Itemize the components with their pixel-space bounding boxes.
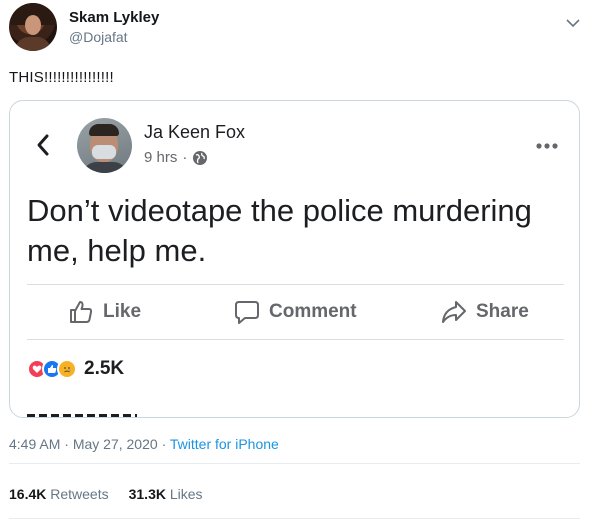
retweets-label: Retweets: [50, 486, 109, 502]
fb-share-action: Share: [441, 299, 529, 325]
tweet-meta-separator-2: ·: [161, 436, 170, 452]
fb-post-body: Don’t videotape the police murdering me,…: [27, 193, 532, 268]
fb-avatar-hair: [89, 124, 119, 136]
likes-count: 31.3K: [128, 486, 166, 502]
fb-author-name: Ja Keen Fox: [144, 122, 246, 142]
avatar-face: [25, 15, 41, 35]
fb-time-ago: 9 hrs: [144, 149, 178, 166]
chevron-down-icon[interactable]: [566, 18, 580, 28]
fb-divider-top: [27, 284, 564, 285]
likes-label: Likes: [169, 486, 203, 502]
fb-reaction-count: 2.5K: [84, 358, 125, 379]
fb-meta-separator: ·: [182, 149, 188, 166]
cropped-text-fragment: [27, 410, 137, 417]
media-card[interactable]: Ja Keen Fox 9 hrs · Don’t videotape the …: [9, 100, 580, 418]
more-horizontal-icon: [536, 143, 558, 149]
tweet-timestamp: 4:49 AM · May 27, 2020 · Twitter for iPh…: [9, 436, 279, 452]
globe-icon: [193, 150, 208, 165]
tweet-source-link[interactable]: Twitter for iPhone: [170, 436, 279, 452]
fb-like-label: Like: [103, 301, 142, 322]
fb-divider-bottom: [27, 339, 564, 340]
share-arrow-icon: [442, 301, 466, 323]
tweet-text: THIS!!!!!!!!!!!!!!!!: [9, 69, 114, 86]
stats-divider: [9, 463, 580, 464]
fb-author-avatar: [77, 118, 132, 173]
author-name[interactable]: Skam Lykley: [69, 9, 159, 26]
author-handle[interactable]: @Dojafat: [69, 29, 128, 45]
fb-reactions: 2.5K: [27, 358, 124, 380]
sad-reaction-icon: [57, 359, 77, 379]
tweet-time[interactable]: 4:49 AM: [9, 436, 60, 452]
fb-share-label: Share: [476, 301, 529, 322]
tweet-date[interactable]: May 27, 2020: [73, 436, 158, 452]
retweets-count: 16.4K: [9, 486, 47, 502]
stats-divider-bottom: [9, 518, 580, 519]
author-avatar[interactable]: [9, 3, 57, 51]
fb-post-meta: 9 hrs ·: [144, 149, 208, 166]
thumbs-up-icon: [70, 301, 93, 323]
fb-comment-label: Comment: [269, 301, 357, 322]
back-arrow-icon: [37, 134, 49, 156]
avatar-body: [15, 37, 51, 51]
fb-avatar-mask: [92, 145, 116, 159]
comment-icon: [235, 301, 259, 324]
fb-like-action: Like: [68, 299, 141, 325]
tweet-meta-separator: ·: [64, 436, 73, 452]
fb-comment-action: Comment: [234, 299, 357, 325]
likes-stat[interactable]: 31.3K Likes: [129, 486, 203, 502]
retweets-stat[interactable]: 16.4K Retweets: [9, 486, 109, 502]
fb-avatar-shirt: [81, 162, 129, 173]
tweet-stats: 16.4K Retweets 31.3K Likes: [9, 486, 203, 502]
